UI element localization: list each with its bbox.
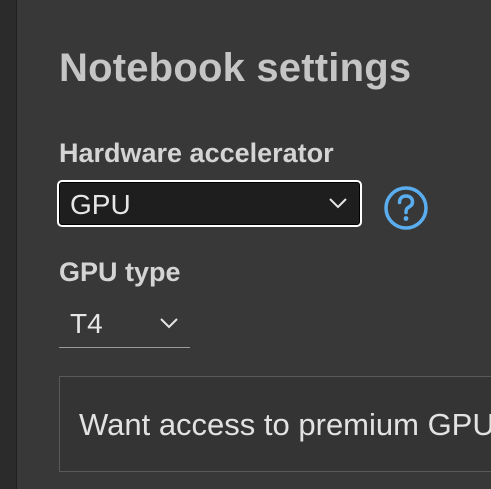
dialog-title: Notebook settings xyxy=(59,46,412,90)
background-area xyxy=(0,0,16,489)
premium-gpu-banner: Want access to premium GPUs? xyxy=(59,376,491,472)
hardware-accelerator-value: GPU xyxy=(70,189,131,220)
gpu-type-label: GPU type xyxy=(59,257,181,287)
gpu-type-select[interactable]: T4 xyxy=(59,304,190,348)
chevron-down-icon xyxy=(329,198,347,209)
chevron-down-icon xyxy=(160,318,178,329)
notebook-settings-dialog: Notebook settings Hardware accelerator G… xyxy=(16,0,491,489)
hardware-accelerator-label: Hardware accelerator xyxy=(59,138,334,168)
premium-gpu-text: Want access to premium GPUs? xyxy=(79,407,491,442)
help-icon[interactable] xyxy=(383,185,429,231)
hardware-accelerator-select[interactable]: GPU xyxy=(57,180,362,227)
gpu-type-value: T4 xyxy=(70,308,103,339)
